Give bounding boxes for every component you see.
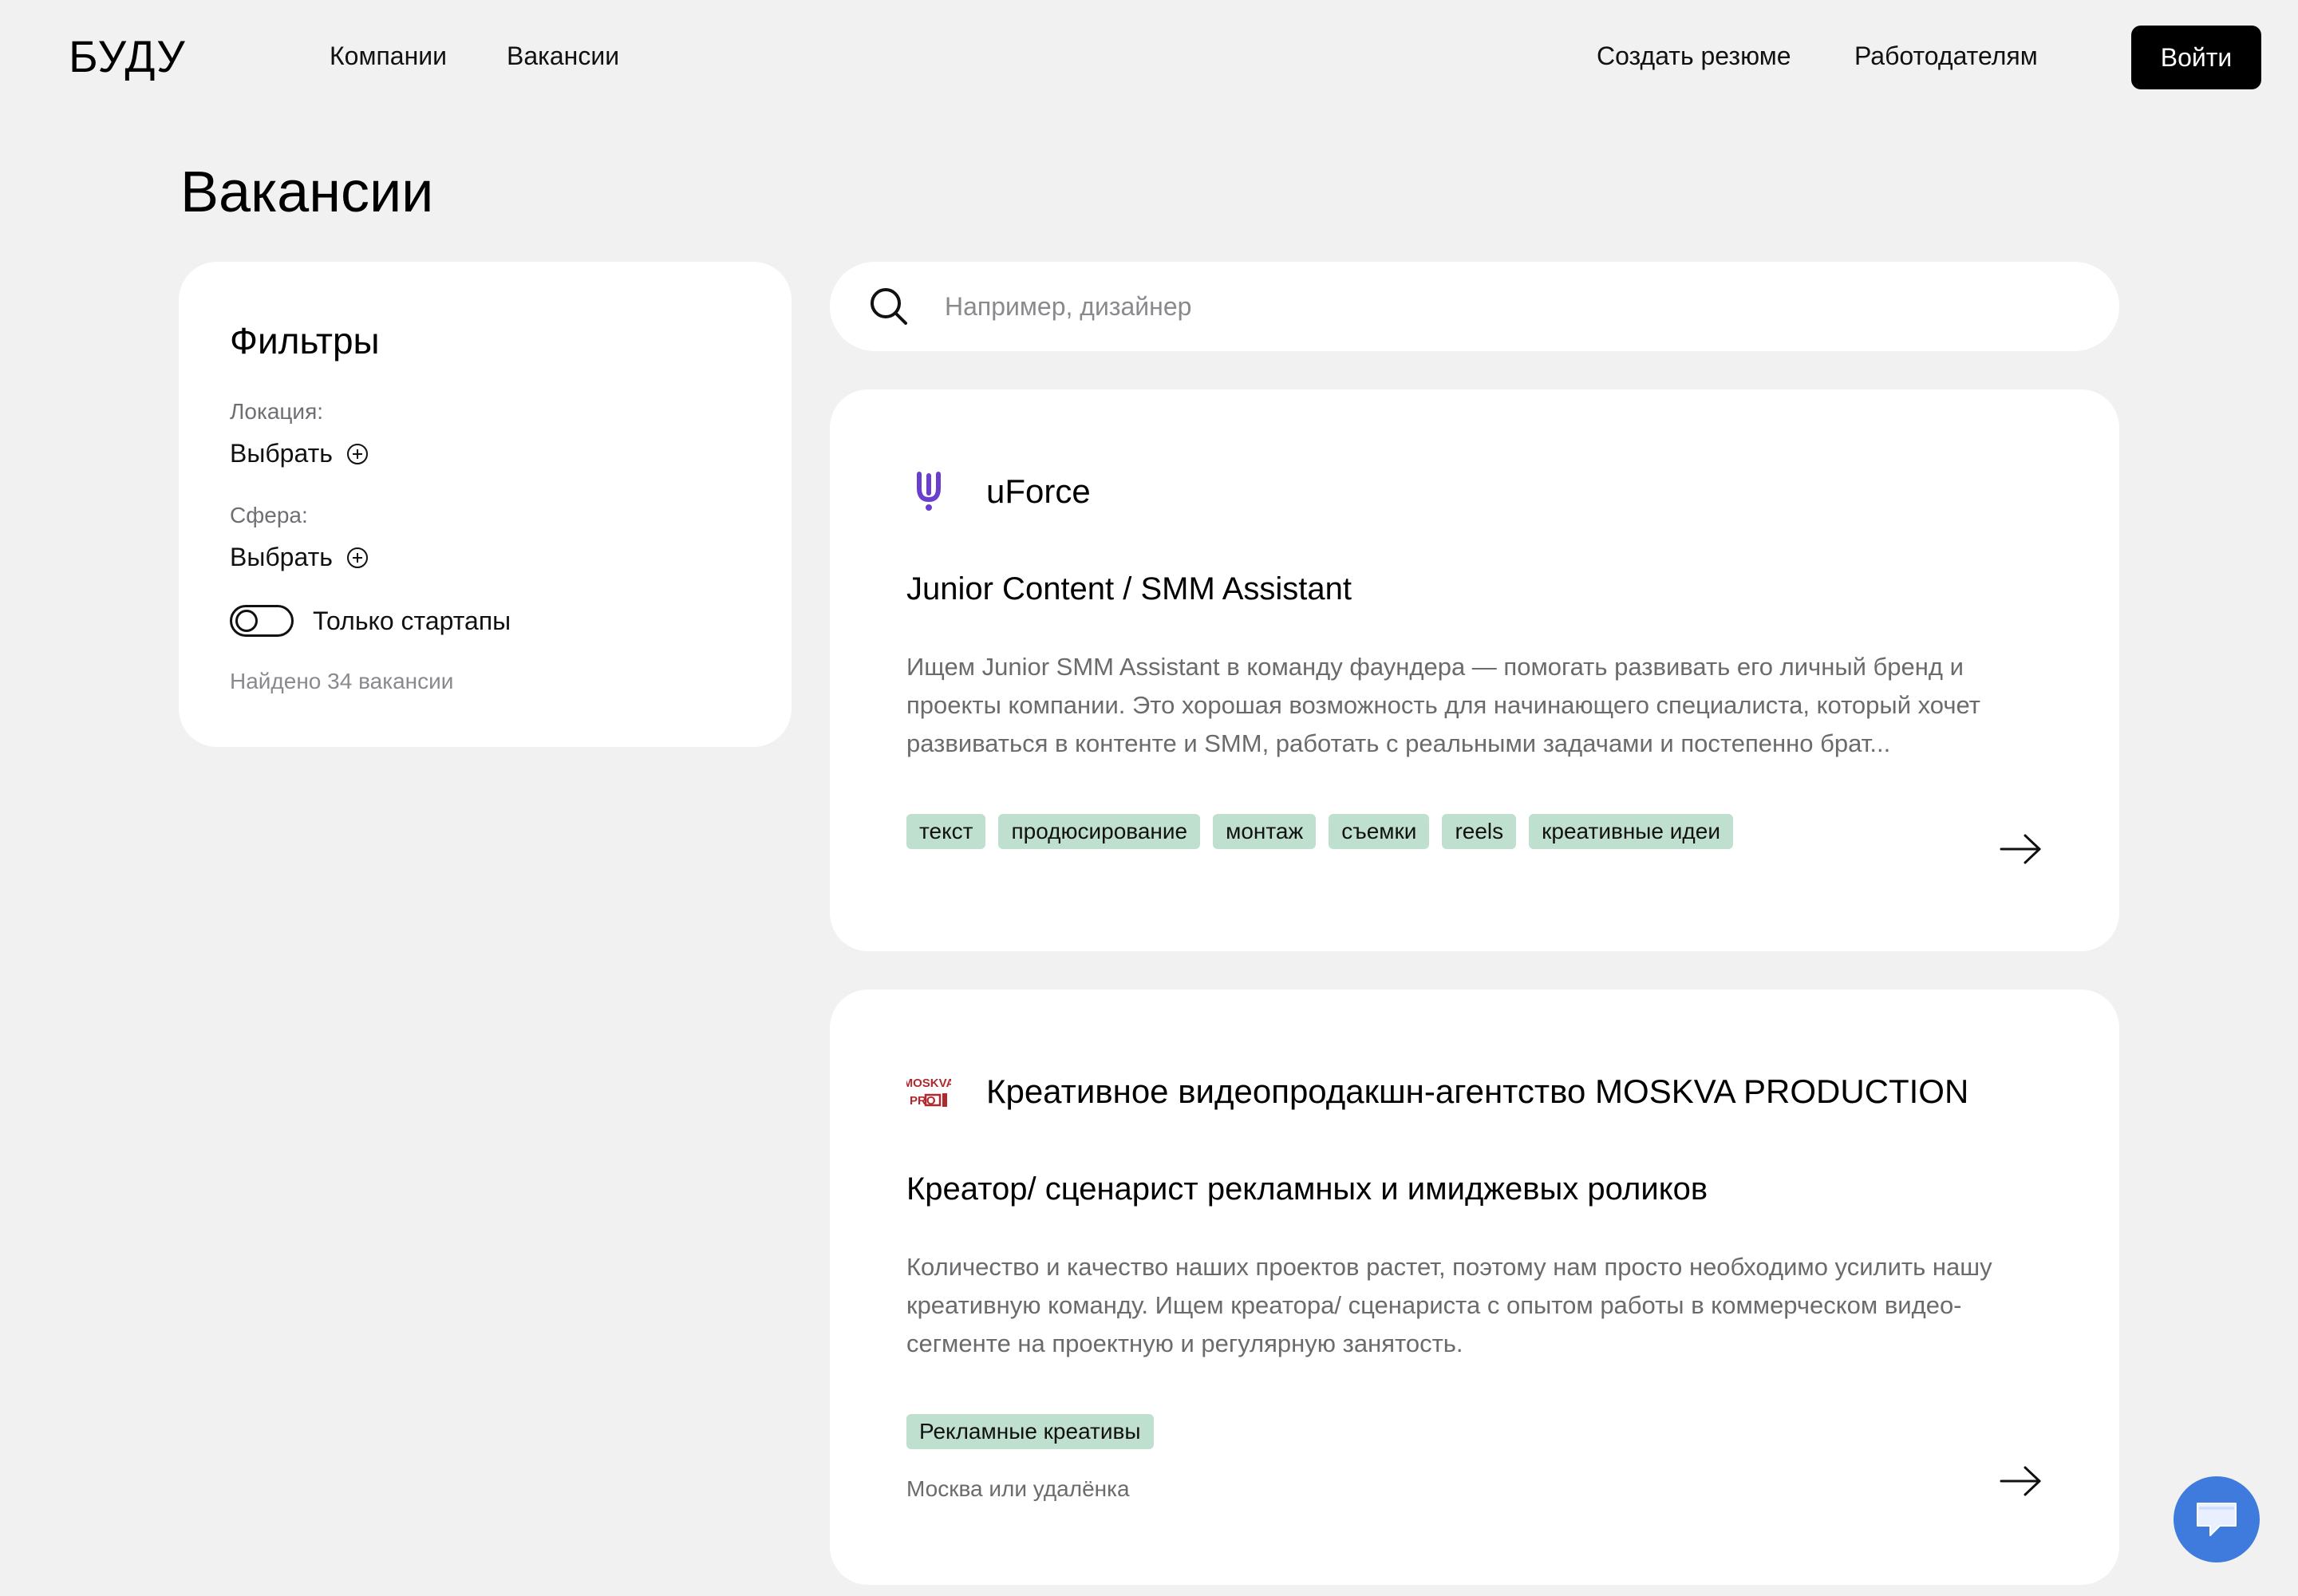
sphere-select[interactable]: Выбрать — [230, 543, 368, 572]
site-logo[interactable]: БУДУ — [69, 30, 186, 82]
tag: продюсирование — [998, 814, 1201, 849]
search-input[interactable] — [945, 284, 2062, 329]
login-button[interactable]: Войти — [2131, 26, 2261, 89]
startups-toggle-row[interactable]: Только стартапы — [230, 605, 511, 637]
tag: Рекламные креативы — [906, 1414, 1154, 1449]
moskva-production-logo-icon: MOSKVA PRO — [906, 1077, 951, 1108]
job-tags: Рекламные креативы — [906, 1414, 1154, 1449]
search-icon — [871, 288, 907, 325]
sphere-label: Сфера: — [230, 503, 308, 527]
company-logo-moskva: MOSKVA PRO — [906, 1069, 951, 1114]
chat-bubble-icon — [2197, 1503, 2237, 1536]
nav-vacancies[interactable]: Вакансии — [507, 41, 619, 71]
company-row[interactable]: uForce — [906, 469, 1091, 514]
tag: съемки — [1329, 814, 1430, 849]
page: БУДУ Компании Вакансии Создать резюме Ра… — [0, 0, 2298, 1596]
job-title[interactable]: Креатор/ сценарист рекламных и имиджевых… — [906, 1171, 1708, 1207]
company-row[interactable]: MOSKVA PRO Креативное видеопродакшн-аген… — [906, 1069, 1968, 1114]
startups-toggle-label: Только стартапы — [313, 606, 511, 635]
company-name[interactable]: uForce — [986, 472, 1091, 511]
job-description: Количество и качество наших проектов рас… — [906, 1253, 1992, 1357]
location-select[interactable]: Выбрать — [230, 439, 368, 468]
toggle-knob — [235, 610, 258, 632]
company-logo-uforce — [906, 469, 951, 514]
tag: монтаж — [1213, 814, 1317, 849]
page-title: Вакансии — [180, 160, 434, 224]
job-card[interactable]: uForce Junior Content / SMM Assistant Ищ… — [830, 389, 2119, 951]
uforce-logo-icon — [917, 472, 941, 511]
tag: текст — [906, 814, 986, 849]
plus-circle-icon — [346, 547, 368, 568]
moskva-logo-text-top: MOSKVA — [906, 1077, 951, 1090]
job-description: Ищем Junior SMM Assistant в команду фаун… — [906, 653, 1980, 757]
filters-title: Фильтры — [230, 320, 380, 361]
sphere-select-label: Выбрать — [230, 543, 333, 571]
tag: креативные идеи — [1529, 814, 1733, 849]
location-select-label: Выбрать — [230, 439, 333, 468]
location-label: Локация: — [230, 399, 324, 424]
nav-employers[interactable]: Работодателям — [1854, 41, 2038, 71]
job-location: Москва или удалёнка — [906, 1476, 1130, 1501]
filters-panel: Фильтры Локация: Выбрать Сфера: Выбрать … — [179, 262, 792, 747]
nav-companies[interactable]: Компании — [330, 41, 447, 71]
job-tags: текст продюсирование монтаж съемки reels… — [906, 814, 1733, 849]
plus-circle-icon — [346, 443, 368, 464]
search-bar[interactable] — [830, 262, 2119, 351]
nav-create-resume[interactable]: Создать резюме — [1597, 41, 1791, 71]
arrow-right-icon[interactable] — [2000, 1465, 2043, 1497]
company-name[interactable]: Креативное видеопродакшн-агентство MOSKV… — [986, 1073, 1968, 1111]
job-title[interactable]: Junior Content / SMM Assistant — [906, 571, 1352, 607]
results-count: Найдено 34 вакансии — [230, 669, 454, 693]
chat-button[interactable] — [2174, 1476, 2260, 1562]
job-card[interactable]: MOSKVA PRO Креативное видеопродакшн-аген… — [830, 990, 2119, 1585]
startups-toggle[interactable] — [230, 605, 294, 637]
arrow-right-icon[interactable] — [2000, 833, 2043, 865]
tag: reels — [1442, 814, 1517, 849]
